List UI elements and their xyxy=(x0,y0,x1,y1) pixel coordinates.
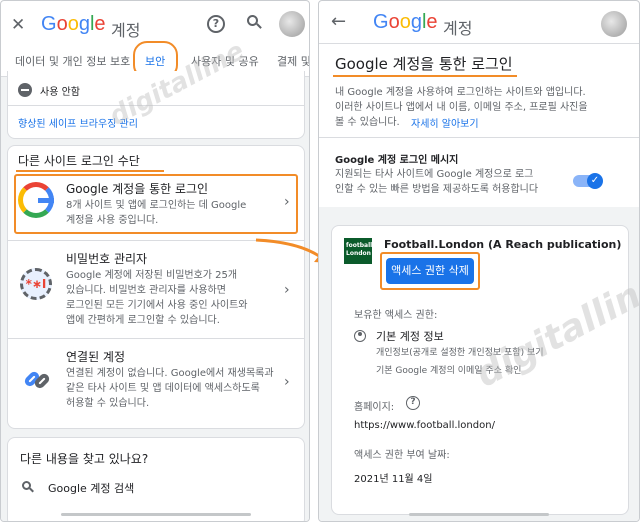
section-divider xyxy=(319,137,639,138)
item-desc-2: 같은 타사 사이트 및 앱 데이터에 액세스하도록 xyxy=(66,383,260,394)
revoke-button-highlight xyxy=(380,252,480,290)
avatar[interactable] xyxy=(279,11,305,37)
item-desc-2: 있습니다. 비밀번호 관리자를 사용하면 xyxy=(66,285,226,296)
find-more-card: 다른 내용을 찾고 있나요? Google 계정 검색 xyxy=(7,437,305,521)
football-london-logo: football London xyxy=(344,238,372,264)
item-title: 연결된 계정 xyxy=(66,350,126,364)
account-search-link[interactable]: Google 계정 검색 xyxy=(48,480,134,496)
header-divider xyxy=(319,43,639,44)
close-icon[interactable]: ✕ xyxy=(11,15,25,35)
tab-payments[interactable]: 결제 및 xyxy=(277,53,309,69)
divider xyxy=(8,338,304,339)
search-icon[interactable] xyxy=(247,15,262,29)
account-title-suffix: 계정 xyxy=(111,21,141,40)
access-item: 기본 계정 정보 xyxy=(376,330,444,343)
link-chain-icon xyxy=(22,364,52,394)
page-title: Google 계정을 통한 로그인 xyxy=(335,55,513,73)
avatar[interactable] xyxy=(601,11,627,37)
access-detail: 개인정보(공개로 설정한 개인정보 포함) 보기 xyxy=(376,348,544,358)
tab-data-privacy[interactable]: 데이터 및 개인 정보 보호 xyxy=(15,53,130,69)
prompt-desc: 지원되는 타사 사이트에 Google 계정으로 로그 xyxy=(335,169,534,180)
prompt-desc-2: 인할 수 있는 빠른 방법을 제공하도록 허용합니다 xyxy=(335,184,539,195)
granted-label: 액세스 권한 부여 날짜: xyxy=(354,450,450,461)
search-icon xyxy=(22,481,34,493)
item-desc-3: 로그인된 모든 기기에서 사용 중인 사이트와 xyxy=(66,300,248,311)
linked-accounts-item[interactable]: 연결된 계정 연결된 계정이 없습니다. Google에서 재생목록과 같은 타… xyxy=(8,344,304,424)
homepage-label: 홈페이지: xyxy=(354,402,395,413)
signin-item-highlight xyxy=(14,174,298,234)
password-manager-icon: *∗I xyxy=(20,268,52,300)
account-title-suffix: 계정 xyxy=(443,19,473,38)
google-logo: Google xyxy=(41,13,106,35)
chevron-right-icon: › xyxy=(284,282,290,298)
status-label: 사용 안함 xyxy=(40,87,80,98)
granted-date: 2021년 11월 4일 xyxy=(354,474,433,485)
intro-text-3: 볼 수 있습니다. xyxy=(335,117,400,128)
item-title: 비밀번호 관리자 xyxy=(66,252,148,266)
item-desc-3: 허용할 수 있습니다. xyxy=(66,398,150,409)
item-desc: 연결된 계정이 없습니다. Google에서 재생목록과 xyxy=(66,368,274,379)
other-sites-signin-card: 다른 사이트 로그인 수단 Google 계정을 통한 로그인 8개 사이트 및… xyxy=(7,145,305,429)
app-card: football London Football.London (A Reach… xyxy=(331,225,629,515)
card-divider xyxy=(8,105,304,106)
help-icon[interactable]: ? xyxy=(406,396,420,410)
access-heading: 보유한 액세스 권한: xyxy=(354,310,438,321)
prompt-title: Google 계정 로그인 메시지 xyxy=(335,155,459,166)
google-logo: Google xyxy=(373,11,438,33)
chevron-right-icon: › xyxy=(284,374,290,390)
access-detail-2: 기본 Google 계정의 이메일 주소 확인 xyxy=(376,366,522,376)
bottom-nav-bar xyxy=(409,513,549,516)
tab-people-sharing[interactable]: 사용자 및 공유 xyxy=(191,53,259,69)
section-title-underline xyxy=(16,170,164,172)
find-more-title: 다른 내용을 찾고 있나요? xyxy=(20,452,149,466)
bottom-nav-bar xyxy=(61,513,251,516)
page-title-underline xyxy=(333,75,517,77)
section-title: 다른 사이트 로그인 수단 xyxy=(18,154,140,168)
right-screen: ← Google 계정 Google 계정을 통한 로그인 내 Google 계… xyxy=(318,0,640,522)
help-icon[interactable]: ? xyxy=(207,15,225,33)
person-icon xyxy=(354,330,366,342)
safe-browsing-link[interactable]: 향상된 세이프 브라우징 관리 xyxy=(18,115,138,130)
item-desc-4: 앱에 간편하게 로그인할 수 있습니다. xyxy=(66,315,220,326)
disabled-icon xyxy=(18,83,32,97)
learn-more-link[interactable]: 자세히 알아보기 xyxy=(411,115,479,130)
toggle-check-icon[interactable]: ✓ xyxy=(587,173,603,189)
intro-text-2: 이러한 사이트나 앱에서 내 이름, 이메일 주소, 프로필 사진을 xyxy=(335,102,588,113)
homepage-url[interactable]: https://www.football.london/ xyxy=(354,420,495,431)
safe-browsing-card: 사용 안함 향상된 세이프 브라우징 관리 xyxy=(7,71,305,139)
intro-text: 내 Google 계정을 사용하여 로그인하는 사이트와 앱입니다. xyxy=(335,87,586,98)
back-arrow-icon[interactable]: ← xyxy=(331,11,346,32)
app-name: Football.London (A Reach publication) xyxy=(384,238,622,251)
item-desc: Google 계정에 저장된 비밀번호가 25개 xyxy=(66,270,238,281)
